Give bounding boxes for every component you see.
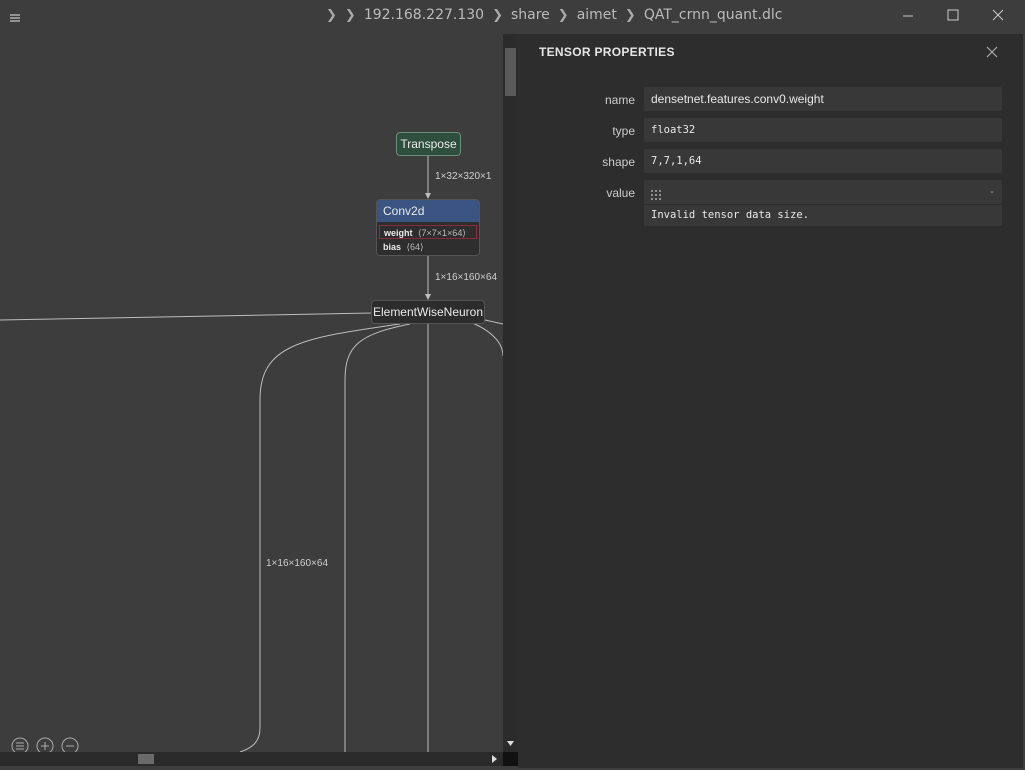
node-elementwise-label: ElementWiseNeuron xyxy=(372,305,484,319)
zoom-out-icon[interactable] xyxy=(61,737,79,752)
list-view-icon[interactable] xyxy=(11,737,29,752)
node-transpose-label: Transpose xyxy=(400,137,457,151)
weight-attr-name: weight xyxy=(384,228,413,238)
panel-title: TENSOR PROPERTIES xyxy=(539,45,675,59)
name-label: name xyxy=(604,93,635,107)
chevron-right-icon: ❯ xyxy=(624,8,636,23)
node-conv2d[interactable]: Conv2d weight ⟨7×7×1×64⟩ bias ⟨64⟩ xyxy=(376,199,480,256)
tensor-properties-panel: TENSOR PROPERTIES name densetnet.feature… xyxy=(518,34,1023,768)
edge-branch-1 xyxy=(239,323,401,752)
grid-icon[interactable] xyxy=(650,186,662,200)
value-message: Invalid tensor data size. xyxy=(651,209,810,221)
node-elementwiseneuron[interactable]: ElementWiseNeuron xyxy=(371,300,485,324)
edge-label-transpose-conv: 1×32×320×1 xyxy=(435,171,492,182)
shape-label: shape xyxy=(602,155,635,169)
bias-attr-name: bias xyxy=(383,242,402,252)
vertical-scrollbar-thumb[interactable] xyxy=(505,48,516,96)
node-conv2d-label: Conv2d xyxy=(383,204,425,218)
scrollbar-corner xyxy=(503,752,518,766)
edge-left-incoming xyxy=(0,312,373,321)
chevron-right-icon: ❯ xyxy=(492,8,503,23)
hamburger-menu-icon[interactable] xyxy=(8,10,22,24)
value-label: value xyxy=(606,186,635,200)
edge-label-conv-elementwise: 1×16×160×64 xyxy=(435,272,498,283)
chevron-right-icon: ❯ xyxy=(326,8,337,23)
weight-attr-shape: ⟨7×7×1×64⟩ xyxy=(418,228,466,238)
name-value[interactable]: densetnet.features.conv0.weight xyxy=(644,87,1002,111)
breadcrumb: ❯ ❯ 192.168.227.130 ❯ share ❯ aimet ❯ QAT_crnn_q… xyxy=(318,7,782,23)
graph-horizontal-scrollbar[interactable] xyxy=(0,752,503,766)
type-value[interactable]: float32 xyxy=(644,118,1002,142)
bias-attr-shape: ⟨64⟩ xyxy=(406,242,424,252)
node-conv2d-weight-row[interactable]: weight ⟨7×7×1×64⟩ xyxy=(379,225,477,239)
node-conv2d-header: Conv2d xyxy=(377,200,479,222)
graph-canvas[interactable]: Transpose 1×32×320×1 Conv2d weight ⟨7×7×… xyxy=(0,0,503,752)
breadcrumb-file[interactable]: QAT_crnn_quant.dlc xyxy=(644,7,783,23)
value-toolbar: - xyxy=(644,180,1002,205)
graph-edges xyxy=(0,156,503,752)
close-window-button[interactable] xyxy=(988,6,1008,26)
zoom-in-icon[interactable] xyxy=(36,737,54,752)
scroll-down-arrow-icon[interactable] xyxy=(503,739,518,749)
close-panel-icon[interactable] xyxy=(985,44,999,58)
title-bar: ❯ ❯ 192.168.227.130 ❯ share ❯ aimet ❯ QAT_crnn_q… xyxy=(0,0,1025,34)
edge-label-branch: 1×16×160×64 xyxy=(266,558,329,569)
value-box: - Invalid tensor data size. xyxy=(644,180,1002,226)
graph-vertical-scrollbar[interactable] xyxy=(503,34,518,752)
maximize-button[interactable] xyxy=(943,6,963,26)
chevron-right-icon: ❯ xyxy=(344,8,356,23)
breadcrumb-host[interactable]: 192.168.227.130 xyxy=(364,7,484,23)
breadcrumb-aimet[interactable]: aimet xyxy=(577,7,617,23)
edge-branch-4 xyxy=(469,321,503,357)
type-label: type xyxy=(612,124,635,138)
node-transpose[interactable]: Transpose xyxy=(396,132,461,156)
node-conv2d-bias-row[interactable]: bias ⟨64⟩ xyxy=(383,240,424,254)
minimize-button[interactable] xyxy=(898,6,918,26)
shape-value[interactable]: 7,7,1,64 xyxy=(644,149,1002,173)
edge-branch-5 xyxy=(484,319,503,325)
edge-branch-2 xyxy=(344,323,411,752)
value-collapse-button[interactable]: - xyxy=(990,180,994,204)
horizontal-scrollbar-thumb[interactable] xyxy=(138,754,154,764)
scroll-right-arrow-icon[interactable] xyxy=(490,752,500,766)
breadcrumb-share[interactable]: share xyxy=(511,7,550,23)
chevron-right-icon: ❯ xyxy=(557,8,569,23)
